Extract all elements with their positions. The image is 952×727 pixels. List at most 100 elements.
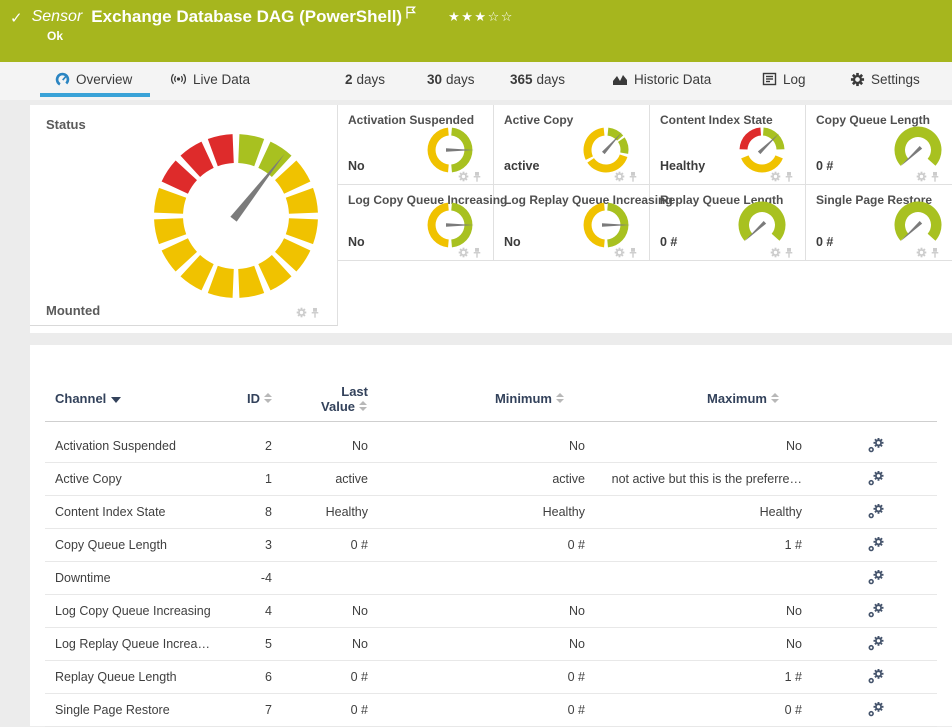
channel-settings-gear-icon[interactable] [868, 471, 885, 489]
live-data-icon [170, 72, 187, 86]
tile-value: 0 # [816, 159, 833, 173]
cell-last_value: No [280, 595, 368, 627]
cell-minimum: 0 # [380, 529, 585, 561]
cell-maximum: No [575, 595, 802, 627]
column-header-minimum[interactable]: Minimum [380, 391, 565, 406]
cell-id: 6 [180, 661, 272, 693]
tab-365-days[interactable]: 365days [510, 62, 565, 96]
cell-minimum: active [380, 463, 585, 495]
gauge-tile-copy-queue-length: Copy Queue Length0 # [806, 105, 952, 185]
tab-overview[interactable]: Overview [55, 62, 132, 96]
star-filled-icon[interactable]: ★ [461, 9, 474, 24]
tab-30-days-number: 30 [427, 72, 442, 87]
cell-id: 2 [180, 430, 272, 462]
column-header-value-label: Value [321, 399, 355, 414]
tab-historic-data[interactable]: Historic Data [612, 62, 711, 96]
channel-settings-gear-icon[interactable] [868, 570, 885, 588]
cell-last_value: 0 # [280, 661, 368, 693]
pin-icon[interactable] [784, 245, 794, 263]
cell-last_value: No [280, 628, 368, 660]
gear-icon[interactable] [296, 305, 307, 323]
tab-2-days-label: days [357, 72, 386, 87]
status-label: Status [46, 117, 86, 132]
table-row-activation-suspended: Activation Suspended2NoNoNo [45, 430, 937, 463]
channel-settings-gear-icon[interactable] [868, 504, 885, 522]
table-row-downtime: Downtime-4 [45, 562, 937, 595]
star-filled-icon[interactable]: ★ [448, 9, 461, 24]
status-gauge-tile: Status Mounted [30, 105, 338, 326]
gear-icon[interactable] [614, 245, 625, 263]
tab-365-days-number: 365 [510, 72, 533, 87]
tile-value: 0 # [816, 235, 833, 249]
gauge-tile-content-index-state: Content Index State Healthy [650, 105, 806, 185]
column-header-last-value[interactable]: Last Value [280, 384, 368, 414]
flag-icon[interactable] [406, 6, 416, 24]
sensor-status-badge: Ok [47, 29, 63, 43]
star-empty-icon[interactable]: ☆ [488, 9, 501, 24]
tab-settings[interactable]: Settings [850, 62, 920, 96]
cell-minimum: Healthy [380, 496, 585, 528]
column-header-channel-label: Channel [55, 391, 106, 406]
cell-id: 4 [180, 595, 272, 627]
tab-live-data-label: Live Data [193, 72, 250, 87]
channel-settings-gear-icon[interactable] [868, 669, 885, 687]
channel-settings-gear-icon[interactable] [868, 636, 885, 654]
cell-minimum: 0 # [380, 694, 585, 726]
cell-minimum: No [380, 595, 585, 627]
pin-icon[interactable] [930, 245, 940, 263]
tab-overview-label: Overview [76, 72, 132, 87]
cell-last_value: No [280, 430, 368, 462]
gauge-icon [55, 72, 70, 87]
tab-log-label: Log [783, 72, 806, 87]
tab-log[interactable]: Log [762, 62, 806, 96]
cell-id: 1 [180, 463, 272, 495]
tile-label: Activation Suspended [348, 113, 474, 127]
cell-maximum: No [575, 430, 802, 462]
sensor-header: ✓ Sensor Exchange Database DAG (PowerShe… [0, 0, 952, 62]
channel-settings-gear-icon[interactable] [868, 603, 885, 621]
tile-label: Content Index State [660, 113, 773, 127]
object-kind-label: Sensor [32, 8, 83, 26]
gear-icon[interactable] [458, 245, 469, 263]
tab-2-days[interactable]: 2 days [345, 62, 385, 96]
sensor-tab-bar: Overview Live Data 2 days 30 days 365days Hist… [0, 62, 952, 100]
priority-stars[interactable]: ★★★☆☆ [448, 9, 514, 25]
tab-30-days[interactable]: 30 days [427, 62, 475, 96]
cell-last_value: Healthy [280, 496, 368, 528]
column-header-id-label: ID [247, 391, 260, 406]
column-header-id[interactable]: ID [180, 391, 273, 406]
tile-value: No [348, 159, 365, 173]
gauges-panel: Status Mounted Activation Suspended No Ac… [30, 105, 952, 333]
star-filled-icon[interactable]: ★ [474, 9, 487, 24]
channel-settings-gear-icon[interactable] [868, 702, 885, 720]
channel-settings-gear-icon[interactable] [868, 537, 885, 555]
gear-icon[interactable] [770, 245, 781, 263]
column-header-maximum[interactable]: Maximum [590, 391, 780, 406]
gauge-tile-active-copy: Active Copyactive [494, 105, 650, 185]
table-row-log-copy-queue-increasing: Log Copy Queue Increasing4NoNoNo [45, 595, 937, 628]
settings-icon [850, 72, 865, 87]
sort-icon [359, 401, 368, 412]
gauge-tile-single-page-restore: Single Page Restore0 # [806, 185, 952, 261]
table-row-replay-queue-length: Replay Queue Length60 #0 #1 # [45, 661, 937, 694]
pin-icon[interactable] [472, 245, 482, 263]
status-gauge [148, 128, 324, 309]
tile-value: No [504, 235, 521, 249]
cell-minimum: No [380, 430, 585, 462]
column-header-channel[interactable]: Channel [55, 391, 121, 406]
pin-icon[interactable] [628, 245, 638, 263]
tile-value: Healthy [660, 159, 705, 173]
star-empty-icon[interactable]: ☆ [501, 9, 514, 24]
tab-2-days-number: 2 [345, 72, 353, 87]
tile-label: Active Copy [504, 113, 573, 127]
pin-icon[interactable] [310, 305, 320, 323]
channel-settings-gear-icon[interactable] [868, 438, 885, 456]
cell-maximum: 0 # [575, 694, 802, 726]
cell-last_value: active [280, 463, 368, 495]
tab-30-days-label: days [446, 72, 475, 87]
gear-icon[interactable] [916, 245, 927, 263]
cell-id: 5 [180, 628, 272, 660]
cell-maximum: 1 # [575, 661, 802, 693]
tab-live-data[interactable]: Live Data [170, 62, 250, 96]
cell-maximum: Healthy [575, 496, 802, 528]
